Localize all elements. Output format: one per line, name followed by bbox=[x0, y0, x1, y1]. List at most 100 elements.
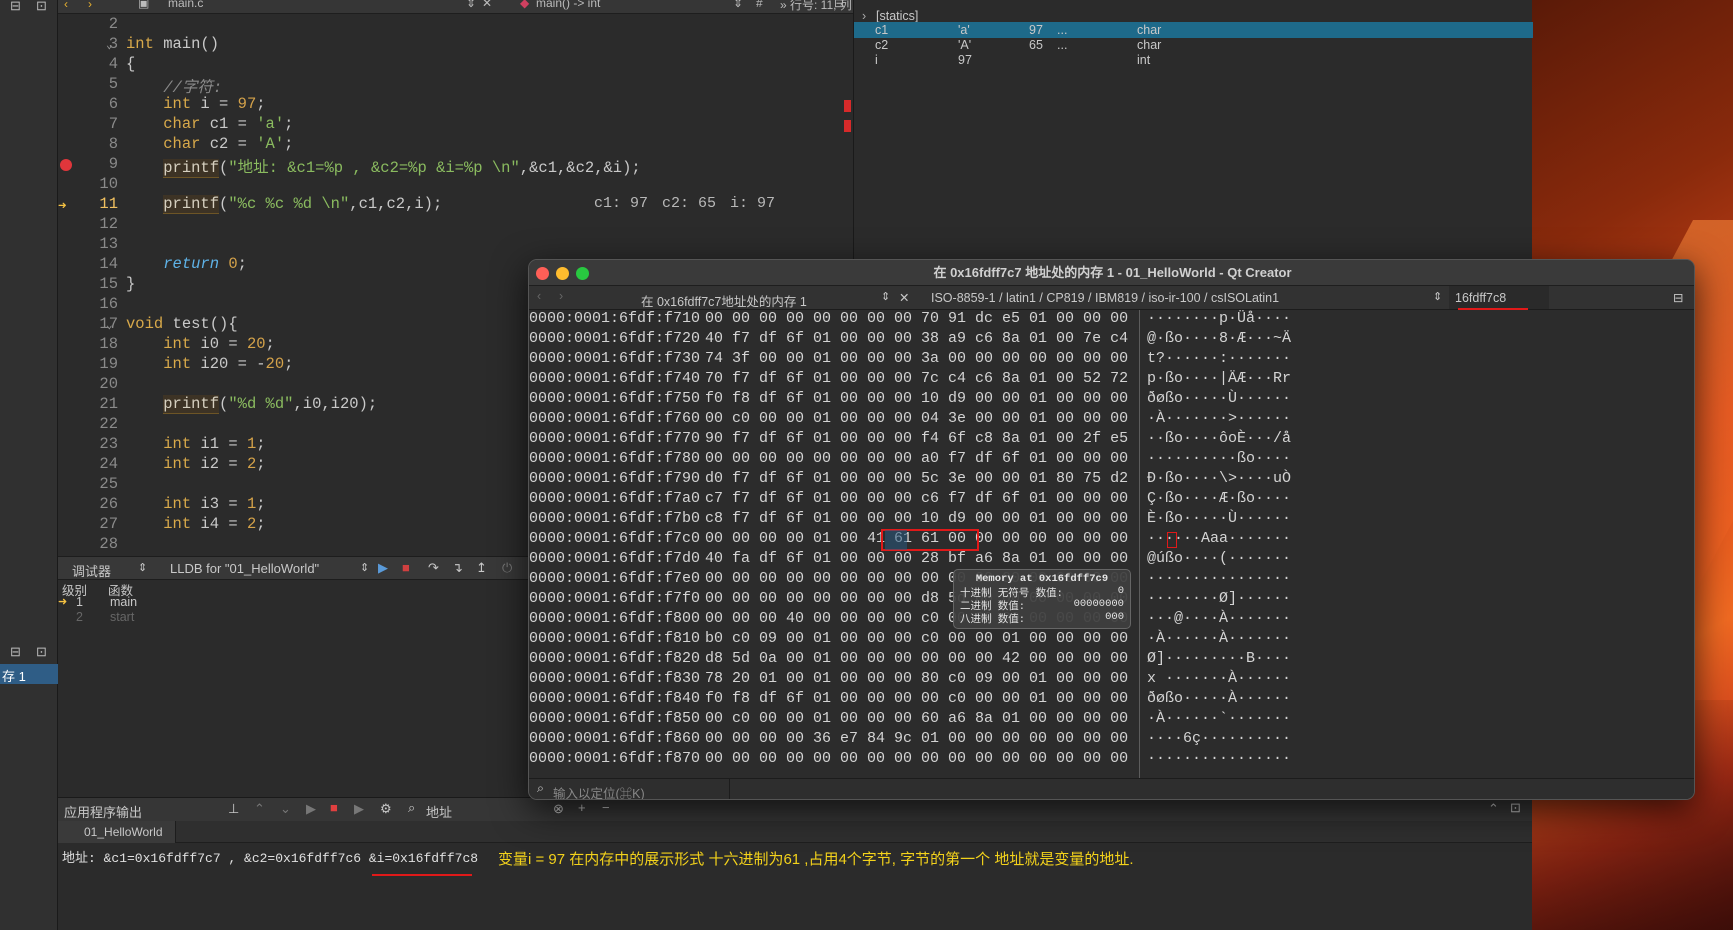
application-output[interactable]: 地址: &c1=0x16fdff7c7 , &c2=0x16fdff7c6 &i… bbox=[58, 843, 1532, 930]
engine-arrow-icon[interactable]: ⇕ bbox=[360, 561, 369, 574]
zoom-in-icon[interactable]: + bbox=[578, 800, 586, 815]
run-icon[interactable]: ▶ bbox=[306, 801, 316, 817]
fold-icon[interactable]: ⌄ bbox=[106, 38, 113, 52]
tab-helloworld[interactable]: 01_HelloWorld bbox=[58, 821, 176, 843]
hex-bytes: 70 f7 df 6f 01 00 00 00 7c c4 c6 8a 01 0… bbox=[705, 370, 1129, 387]
back-icon[interactable]: ‹ bbox=[537, 289, 541, 303]
continue-icon[interactable]: ▶ bbox=[378, 560, 388, 576]
encoding-arrow-icon[interactable]: ⇕ bbox=[1433, 290, 1442, 303]
fold-icon[interactable]: ⌄ bbox=[106, 318, 113, 332]
hex-address: 0000:0001:6fdf:f840 bbox=[529, 690, 701, 707]
encoding-selector[interactable]: ISO-8859-1 / latin1 / CP819 / IBM819 / i… bbox=[931, 291, 1279, 305]
attach-icon[interactable]: ⊥ bbox=[228, 801, 239, 817]
line-number: 4 bbox=[108, 55, 118, 73]
close-file-icon[interactable]: ✕ bbox=[482, 0, 492, 10]
hex-ascii: ···@····À······· bbox=[1147, 610, 1292, 627]
local-variable-row[interactable]: i 97 int bbox=[854, 52, 1533, 68]
split-icon[interactable]: ⊟ bbox=[1673, 290, 1683, 305]
stack-frame[interactable]: 2 start bbox=[58, 610, 528, 626]
tooltip-oct-value: 000 bbox=[1105, 611, 1124, 623]
line-number: 12 bbox=[99, 215, 118, 233]
close-panel-icon[interactable]: ⊡ bbox=[1510, 800, 1521, 816]
hex-address: 0000:0001:6fdf:f7c0 bbox=[529, 530, 701, 547]
address-filter[interactable]: 地址 bbox=[426, 802, 452, 821]
hex-view[interactable]: 0000:0001:6fdf:f710 00 00 00 00 00 00 00 … bbox=[529, 310, 1694, 778]
local-name: c1 bbox=[875, 23, 889, 37]
up-icon[interactable]: ⌃ bbox=[254, 801, 265, 817]
split-editor-icon[interactable]: ⊟ bbox=[834, 0, 844, 10]
frame-level: 1 bbox=[76, 595, 83, 609]
code-text: int i20 = -20; bbox=[163, 355, 294, 373]
local-variable-row[interactable]: c1 'a' 97... char bbox=[854, 22, 1533, 38]
debugger-engine[interactable]: LLDB for "01_HelloWorld" bbox=[170, 561, 319, 576]
line-number: 22 bbox=[99, 415, 118, 433]
code-text: int i = 97; bbox=[163, 95, 266, 113]
debug-run-icon[interactable]: ▶ bbox=[354, 801, 364, 817]
inline-value: c1: 97 bbox=[594, 195, 649, 212]
step-out-icon[interactable]: ↥ bbox=[476, 560, 487, 576]
view-selector-arrow-icon[interactable]: ⇕ bbox=[881, 290, 890, 303]
zoom-window-icon[interactable] bbox=[576, 267, 589, 280]
function-selector-arrow-icon[interactable]: ⇕ bbox=[733, 0, 743, 10]
back-icon[interactable]: ‹ bbox=[64, 0, 68, 11]
zoom-out-icon[interactable]: − bbox=[602, 800, 610, 815]
function-selector[interactable]: main() -> int bbox=[536, 0, 600, 10]
line-number: 26 bbox=[99, 495, 118, 513]
minimize-window-icon[interactable] bbox=[556, 267, 569, 280]
hex-ascii: ·À·······>······ bbox=[1147, 410, 1292, 427]
local-type: char bbox=[1137, 23, 1162, 37]
forward-icon[interactable]: › bbox=[559, 289, 563, 303]
code-line: 4{ bbox=[58, 55, 853, 75]
file-selector-arrow-icon[interactable]: ⇕ bbox=[466, 0, 476, 10]
hash-button[interactable]: # bbox=[756, 0, 763, 10]
address-input[interactable]: 16fdff7c8 bbox=[1449, 286, 1549, 309]
restart-icon[interactable]: ⏻ bbox=[502, 560, 512, 576]
code-line: 7 char c1 = 'a'; bbox=[58, 115, 853, 135]
local-value: 97 bbox=[958, 53, 972, 67]
memory-view-selector[interactable]: 在 0x16fdff7c7地址处的内存 1 bbox=[641, 291, 807, 310]
split-icon[interactable]: ⊟ bbox=[10, 0, 21, 14]
close-view-icon[interactable]: ✕ bbox=[899, 290, 909, 305]
local-type: int bbox=[1137, 53, 1151, 67]
stop-output-icon[interactable]: ■ bbox=[330, 800, 338, 815]
down-icon[interactable]: ⌄ bbox=[280, 801, 291, 817]
debugger-arrow-icon[interactable]: ⇕ bbox=[138, 561, 147, 574]
mode-item-memory[interactable]: 存 1 bbox=[0, 664, 58, 684]
stack-frame[interactable]: ➜ 1 main bbox=[58, 595, 528, 611]
breakpoint-icon[interactable] bbox=[60, 159, 72, 171]
window-title: 在 0x16fdff7c7 地址处的内存 1 - 01_HelloWorld -… bbox=[529, 260, 1694, 286]
step-over-icon[interactable]: ↷ bbox=[428, 560, 439, 576]
local-value: 'a' bbox=[958, 23, 970, 37]
step-into-icon[interactable]: ↴ bbox=[452, 560, 463, 576]
forward-icon[interactable]: › bbox=[88, 0, 92, 11]
hex-address: 0000:0001:6fdf:f7b0 bbox=[529, 510, 701, 527]
function-icon: ◆ bbox=[520, 0, 530, 10]
stop-icon[interactable]: ■ bbox=[402, 560, 410, 575]
local-dots: ... bbox=[1057, 38, 1068, 52]
code-line: 2 bbox=[58, 15, 853, 35]
close-split-icon-2[interactable]: ⊡ bbox=[36, 644, 47, 660]
tooltip-dec-value: 0 bbox=[1117, 585, 1124, 597]
file-selector[interactable]: main.c bbox=[168, 0, 203, 10]
split-icon-2[interactable]: ⊟ bbox=[10, 644, 21, 660]
expand-icon[interactable]: › bbox=[862, 9, 866, 23]
locate-input[interactable]: 输入以定位(⌘K) bbox=[553, 783, 645, 799]
close-window-icon[interactable] bbox=[536, 267, 549, 280]
stack-view: 级别 函数 ➜ 1 main 2 start bbox=[58, 580, 528, 795]
hex-address: 0000:0001:6fdf:f720 bbox=[529, 330, 701, 347]
local-dots: ... bbox=[1057, 23, 1068, 37]
close-split-icon[interactable]: ⊡ bbox=[36, 0, 47, 14]
local-variable-row[interactable]: c2 'A' 65... char bbox=[854, 37, 1533, 53]
code-line: 6 int i = 97; bbox=[58, 95, 853, 115]
hex-ascii: ··········ßo···· bbox=[1147, 450, 1292, 467]
hex-bytes: c8 f7 df 6f 01 00 00 00 10 d9 00 00 01 0… bbox=[705, 510, 1129, 527]
maximize-panel-icon[interactable]: ⌃ bbox=[1488, 801, 1499, 817]
current-frame-icon: ➜ bbox=[58, 596, 68, 608]
settings-icon[interactable]: ⚙ bbox=[380, 801, 392, 817]
code-text: int i4 = 2; bbox=[163, 515, 266, 533]
hex-bytes: 00 00 00 00 00 00 00 00 70 91 dc e5 01 0… bbox=[705, 310, 1129, 327]
local-num: 65 bbox=[1029, 38, 1043, 52]
code-line: 11 ➜ printf("%c %c %d \n",c1,c2,i); c1: 97… bbox=[58, 195, 853, 215]
clear-icon[interactable]: ⊗ bbox=[553, 801, 564, 817]
hex-address: 0000:0001:6fdf:f740 bbox=[529, 370, 701, 387]
